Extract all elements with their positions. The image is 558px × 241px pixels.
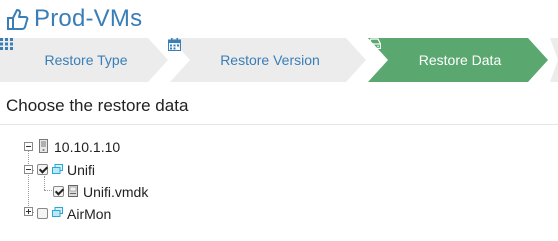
step-restore-data[interactable]: Restore Data [368, 38, 548, 82]
tree-connector [28, 150, 29, 212]
step-label: Restore Version [220, 52, 320, 68]
disk-icon [68, 185, 78, 197]
collapse-toggle[interactable] [24, 165, 33, 174]
disk-checkbox[interactable] [53, 186, 64, 197]
tree-node-label: Unifi [67, 162, 96, 178]
tree-connector [44, 176, 45, 190]
step-label: Restore Data [418, 52, 502, 68]
page-header: Prod-VMs [4, 4, 142, 34]
tree-node-label: AirMon [67, 206, 112, 222]
page-title: Prod-VMs [34, 5, 143, 32]
divider [0, 124, 558, 125]
restore-tree: 10.10.1.10 Unifi Unifi.vmdk AirMon [0, 130, 558, 240]
expand-toggle[interactable] [24, 207, 33, 216]
wizard-steps: Restore Type Restore Version Restore Dat… [0, 38, 558, 82]
vm-icon [52, 207, 63, 217]
tree-node-label: 10.10.1.10 [54, 139, 121, 155]
server-icon [39, 139, 48, 153]
vm-checkbox[interactable] [37, 164, 48, 175]
vm-icon [52, 164, 63, 174]
thumbs-up-icon [7, 9, 29, 30]
vm-checkbox[interactable] [37, 208, 48, 219]
step-restore-version[interactable]: Restore Version [168, 38, 368, 82]
step-label: Restore Type [44, 52, 128, 68]
collapse-toggle[interactable] [24, 142, 33, 151]
wizard-step-shape-next [550, 38, 558, 82]
tree-node-label: Unifi.vmdk [83, 184, 149, 200]
step-restore-type[interactable]: Restore Type [0, 38, 168, 82]
section-title: Choose the restore data [6, 96, 189, 115]
